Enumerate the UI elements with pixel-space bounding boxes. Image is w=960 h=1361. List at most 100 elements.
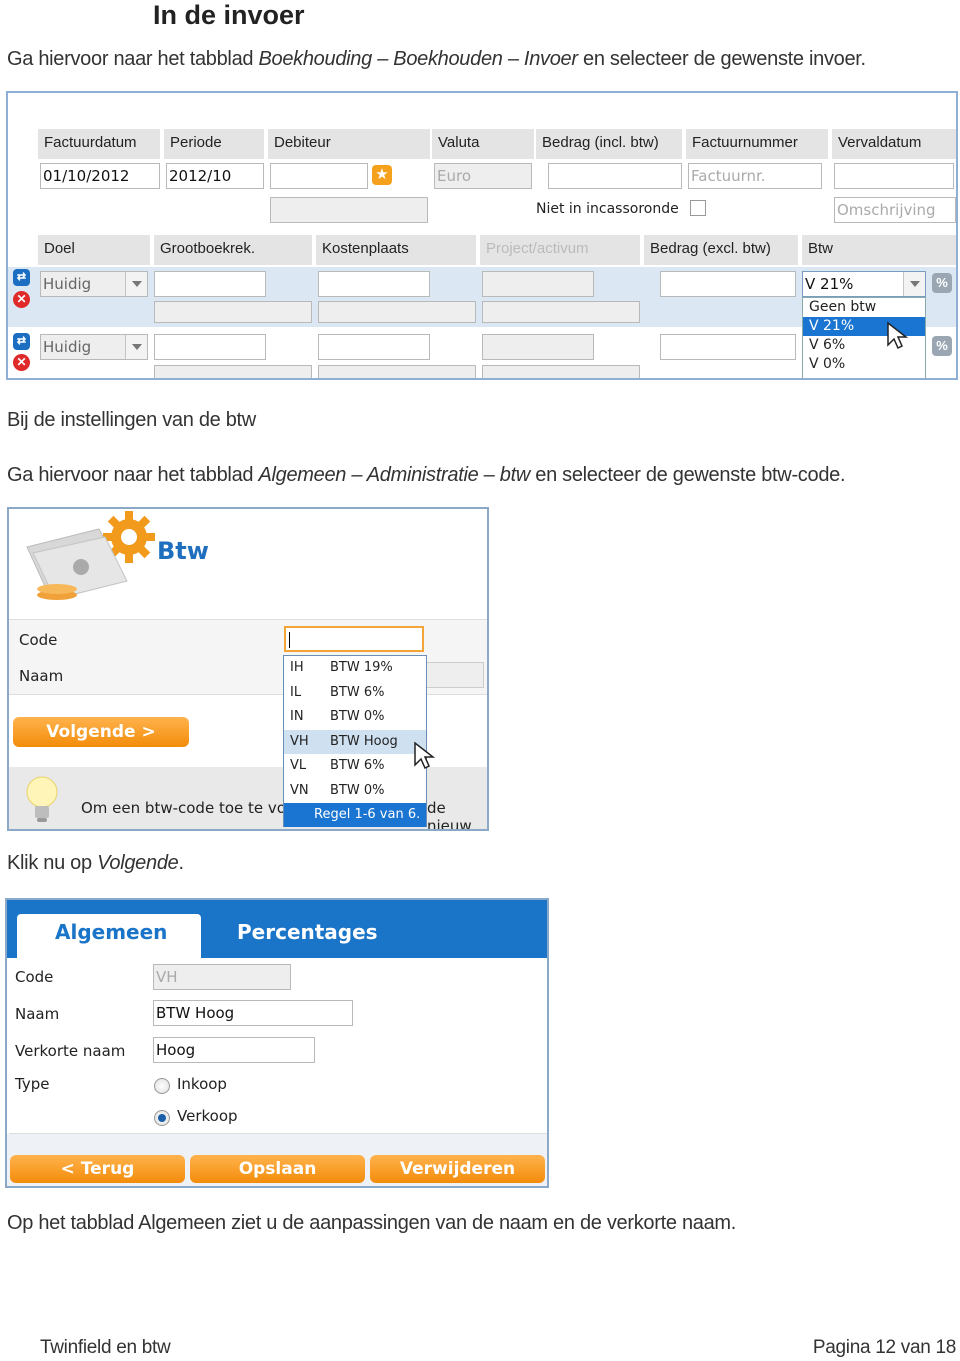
header-kostenplaats: Kostenplaats: [316, 235, 476, 265]
btw-code-name: BTW Hoog: [330, 733, 398, 749]
bedrag-incl-input[interactable]: [548, 163, 682, 189]
header-debiteur: Debiteur: [268, 129, 430, 159]
radio-inkoop[interactable]: [154, 1078, 170, 1094]
btw-code-popup[interactable]: IH BTW 19% IL BTW 6% IN BTW 0% VH BTW Hoog VL BTW…: [283, 655, 427, 827]
save-button[interactable]: Opslaan: [190, 1155, 365, 1183]
closing-paragraph: Op het tabblad Algemeen ziet u de aanpas…: [7, 1212, 737, 1234]
btw-select-1[interactable]: V 21%: [802, 271, 926, 297]
doel-select-1[interactable]: Huidig: [40, 271, 148, 297]
header-btw: Btw: [802, 235, 956, 265]
debiteur-input[interactable]: [270, 163, 368, 189]
intro1-pre: Ga hiervoor naar het tabblad: [7, 48, 259, 70]
mouse-cursor-icon: [887, 321, 908, 350]
incassoronde-checkbox[interactable]: [690, 200, 706, 216]
vervaldatum-input[interactable]: [834, 163, 954, 189]
naam-input[interactable]: BTW Hoog: [153, 1000, 353, 1026]
periode-input[interactable]: 2012/10: [166, 163, 264, 189]
project-desc-1: [482, 301, 640, 323]
btw-code-row[interactable]: IL BTW 6%: [284, 681, 426, 706]
footer-left: Twinfield en btw: [40, 1337, 171, 1358]
btw-code-row[interactable]: IH BTW 19%: [284, 656, 426, 681]
tip-text-left: Om een btw-code toe te vo: [81, 799, 286, 817]
debiteur-name-field: [270, 197, 428, 223]
back-button[interactable]: < Terug: [10, 1155, 185, 1183]
header-bedrag-excl: Bedrag (excl. btw): [644, 235, 798, 265]
btw-value-1: V 21%: [805, 275, 854, 293]
grootboek-desc-1: [154, 301, 312, 323]
btw-code-name: BTW 0%: [330, 709, 385, 724]
code-input[interactable]: [284, 626, 424, 652]
grootboek-input-1[interactable]: [154, 271, 266, 297]
bedrag-excl-input-1[interactable]: [660, 271, 796, 297]
code-label: Code: [15, 968, 54, 986]
grootboek-input-2[interactable]: [154, 334, 266, 360]
header-bedrag-incl: Bedrag (incl. btw): [536, 129, 682, 159]
btw-code: VN: [290, 782, 309, 798]
tip-text-right: de nieuw: [427, 799, 472, 831]
delete-icon[interactable]: ✕: [13, 291, 30, 308]
page-heading: In de invoer: [153, 0, 305, 30]
tab-percentages[interactable]: Percentages: [237, 920, 378, 944]
footer-right: Pagina 12 van 18: [812, 1337, 956, 1358]
delete-icon[interactable]: ✕: [13, 354, 30, 371]
btw-code-name: BTW 6%: [330, 758, 385, 773]
star-icon[interactable]: ★: [372, 165, 392, 185]
bedrag-excl-input-2[interactable]: [660, 334, 796, 360]
delete-button[interactable]: Verwijderen: [370, 1155, 545, 1183]
naam-label: Naam: [19, 667, 64, 685]
btw-option[interactable]: V 0%: [803, 355, 925, 374]
type-label: Type: [15, 1075, 50, 1093]
verkorte-naam-label: Verkorte naam: [15, 1042, 126, 1060]
section2-title: Bij de instellingen van de btw: [7, 409, 256, 431]
radio-verkoop[interactable]: [154, 1110, 170, 1126]
klik-em: Volgende: [97, 852, 179, 874]
code-field: VH: [153, 964, 291, 990]
btw-code: IH: [290, 660, 304, 675]
money-gear-icon: [26, 511, 155, 600]
swap-icon[interactable]: ⇄: [13, 333, 30, 350]
kostenplaats-desc-1: [318, 301, 476, 323]
doel-select-2[interactable]: Huidig: [40, 334, 148, 360]
btw-code-row[interactable]: VL BTW 6%: [284, 754, 426, 779]
naam-label: Naam: [15, 1005, 60, 1023]
factuurdatum-input[interactable]: 01/10/2012: [40, 163, 160, 189]
btw-code: VH: [290, 733, 309, 749]
btw-code-row[interactable]: VN BTW 0%: [284, 779, 426, 804]
header-project: Project/activum: [480, 235, 640, 265]
percent-icon[interactable]: %: [932, 336, 952, 356]
kostenplaats-input-1[interactable]: [318, 271, 430, 297]
invoer-screenshot: Factuurdatum Periode Debiteur Valuta Bed…: [6, 91, 958, 380]
code-label: Code: [19, 631, 58, 649]
text-caret: [289, 632, 290, 648]
valuta-input: Euro: [434, 163, 532, 189]
verkorte-naam-input[interactable]: Hoog: [153, 1037, 315, 1063]
niet-in-incassoronde-label: Niet in incassoronde: [536, 201, 679, 217]
klik-pre: Klik nu op: [7, 852, 98, 874]
btw-option[interactable]: Geen btw: [803, 298, 925, 317]
radio-inkoop-label: Inkoop: [177, 1075, 227, 1093]
detail-screenshot: Algemeen Percentages Code VH Naam BTW Ho…: [5, 898, 549, 1188]
btw-code: IL: [290, 684, 302, 700]
btw-code-row[interactable]: VH BTW Hoog: [284, 729, 426, 754]
factuurnummer-input[interactable]: Factuurnr.: [688, 163, 822, 189]
mouse-cursor-icon: [414, 741, 435, 770]
percent-icon[interactable]: %: [932, 273, 952, 293]
header-valuta: Valuta: [432, 129, 534, 159]
header-doel: Doel: [38, 235, 150, 265]
next-button[interactable]: Volgende >: [13, 717, 189, 747]
doel-value-1: Huidig: [43, 275, 92, 293]
swap-icon[interactable]: ⇄: [13, 269, 30, 286]
omschrijving-input[interactable]: Omschrijving: [834, 197, 956, 223]
intro2-path: Algemeen – Administratie – btw: [258, 464, 530, 486]
intro-paragraph-1: Ga hiervoor naar het tabblad Boekhouding…: [7, 48, 866, 71]
intro1-post: en selecteer de gewenste invoer.: [577, 48, 866, 70]
btw-code-name: BTW 6%: [330, 684, 385, 700]
kostenplaats-desc-2: [318, 365, 476, 378]
intro-paragraph-2: Ga hiervoor naar het tabblad Algemeen – …: [7, 464, 846, 487]
kostenplaats-input-2[interactable]: [318, 334, 430, 360]
project-input-1: [482, 271, 594, 297]
radio-verkoop-label: Verkoop: [177, 1107, 238, 1125]
btw-screenshot: Btw Code Naam Volgende > Om een btw-code…: [7, 507, 489, 831]
tab-algemeen[interactable]: Algemeen: [55, 920, 167, 944]
btw-code-row[interactable]: IN BTW 0%: [284, 705, 426, 730]
